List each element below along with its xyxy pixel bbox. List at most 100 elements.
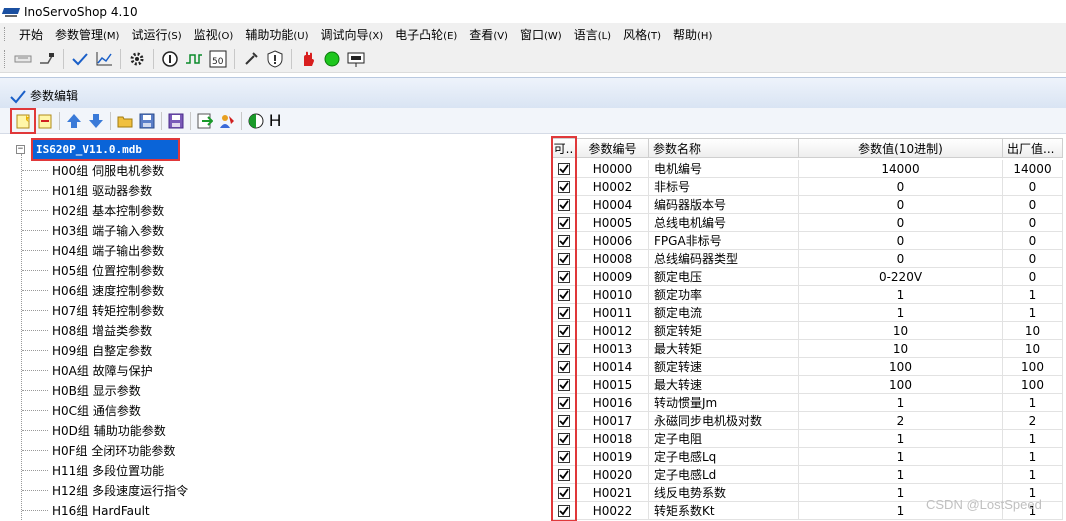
tree-item[interactable]: H04组 端子输出参数 bbox=[22, 240, 188, 260]
tree-item[interactable]: H16组 HardFault bbox=[22, 500, 188, 520]
writable-checkbox[interactable] bbox=[557, 378, 570, 391]
tree-item[interactable]: H06组 速度控制参数 bbox=[22, 280, 188, 300]
user-config-icon[interactable] bbox=[216, 110, 238, 132]
trend-chart-icon[interactable] bbox=[93, 48, 115, 70]
arrow-up-icon[interactable] bbox=[63, 110, 85, 132]
table-row[interactable]: H0014 额定转速 100 100 bbox=[551, 358, 1063, 376]
tree-item[interactable]: H0C组 通信参数 bbox=[22, 400, 188, 420]
table-row[interactable]: H0006 FPGA非标号 0 0 bbox=[551, 232, 1063, 250]
writable-checkbox[interactable] bbox=[557, 396, 570, 409]
writable-checkbox[interactable] bbox=[557, 252, 570, 265]
param-value-cell[interactable]: 1 bbox=[799, 394, 1003, 412]
menu-item[interactable]: 查看(V) bbox=[463, 26, 514, 43]
table-row[interactable]: H0012 额定转矩 10 10 bbox=[551, 322, 1063, 340]
settings-gear-icon[interactable] bbox=[126, 48, 148, 70]
menu-item[interactable]: 帮助(H) bbox=[667, 26, 718, 43]
param-value-cell[interactable]: 10 bbox=[799, 340, 1003, 358]
info-circle-icon[interactable] bbox=[159, 48, 181, 70]
table-row[interactable]: H0005 总线电机编号 0 0 bbox=[551, 214, 1063, 232]
table-row[interactable]: H0010 额定功率 1 1 bbox=[551, 286, 1063, 304]
tree-item[interactable]: H05组 位置控制参数 bbox=[22, 260, 188, 280]
menu-item[interactable]: 参数管理(M) bbox=[49, 26, 125, 43]
writable-checkbox[interactable] bbox=[557, 288, 570, 301]
contrast-toggle-icon[interactable] bbox=[245, 110, 267, 132]
writable-checkbox[interactable] bbox=[557, 414, 570, 427]
tree-item[interactable]: H0A组 故障与保护 bbox=[22, 360, 188, 380]
menubar-grip[interactable] bbox=[4, 27, 7, 41]
param-value-cell[interactable]: 100 bbox=[799, 358, 1003, 376]
menu-item[interactable]: 电子凸轮(E) bbox=[389, 26, 463, 43]
writable-checkbox[interactable] bbox=[557, 234, 570, 247]
tree-item[interactable]: H0D组 辅助功能参数 bbox=[22, 420, 188, 440]
table-row[interactable]: H0002 非标号 0 0 bbox=[551, 178, 1063, 196]
table-row[interactable]: H0019 定子电感Lq 1 1 bbox=[551, 448, 1063, 466]
writable-checkbox[interactable] bbox=[557, 360, 570, 373]
save-disk-icon[interactable] bbox=[136, 110, 158, 132]
param-value-cell[interactable]: 1 bbox=[799, 430, 1003, 448]
menu-item[interactable]: 语言(L) bbox=[568, 26, 617, 43]
menu-item[interactable]: 开始 bbox=[13, 26, 49, 43]
writable-checkbox[interactable] bbox=[557, 306, 570, 319]
table-row[interactable]: H0008 总线编码器类型 0 0 bbox=[551, 250, 1063, 268]
header-param-name[interactable]: 参数名称 bbox=[649, 138, 799, 158]
frequency-50-icon[interactable]: 50 bbox=[207, 48, 229, 70]
table-row[interactable]: H0015 最大转速 100 100 bbox=[551, 376, 1063, 394]
table-row[interactable]: H0020 定子电感Ld 1 1 bbox=[551, 466, 1063, 484]
param-value-cell[interactable]: 100 bbox=[799, 376, 1003, 394]
menu-item[interactable]: 风格(T) bbox=[617, 26, 667, 43]
tree-item[interactable]: H00组 伺服电机参数 bbox=[22, 160, 188, 180]
writable-checkbox[interactable] bbox=[557, 198, 570, 211]
writable-checkbox[interactable] bbox=[557, 162, 570, 175]
param-value-cell[interactable]: 14000 bbox=[799, 160, 1003, 178]
writable-checkbox[interactable] bbox=[557, 216, 570, 229]
writable-checkbox[interactable] bbox=[557, 486, 570, 499]
table-row[interactable]: H0016 转动惯量Jm 1 1 bbox=[551, 394, 1063, 412]
shield-alert-icon[interactable] bbox=[264, 48, 286, 70]
table-row[interactable]: H0011 额定电流 1 1 bbox=[551, 304, 1063, 322]
param-value-cell[interactable]: 2 bbox=[799, 412, 1003, 430]
tree-item[interactable]: H01组 驱动器参数 bbox=[22, 180, 188, 200]
tree-item[interactable]: H11组 多段位置功能 bbox=[22, 460, 188, 480]
pulse-wave-icon[interactable] bbox=[183, 48, 205, 70]
remove-document-icon[interactable] bbox=[34, 110, 56, 132]
tree-item[interactable]: H09组 自整定参数 bbox=[22, 340, 188, 360]
tree-root-label[interactable]: IS620P_V11.0.mdb bbox=[31, 138, 180, 161]
menu-item[interactable]: 辅助功能(U) bbox=[239, 26, 314, 43]
hex-toggle-button[interactable]: H bbox=[269, 111, 281, 131]
check-icon[interactable] bbox=[69, 48, 91, 70]
table-row[interactable]: H0009 额定电压 0-220V 0 bbox=[551, 268, 1063, 286]
header-param-code[interactable]: 参数编号 bbox=[577, 138, 649, 158]
tree-item[interactable]: H07组 转矩控制参数 bbox=[22, 300, 188, 320]
toolbar-grip[interactable] bbox=[4, 49, 7, 68]
table-row[interactable]: H0017 永磁同步电机极对数 2 2 bbox=[551, 412, 1063, 430]
tree-item[interactable]: H12组 多段速度运行指令 bbox=[22, 480, 188, 500]
writable-checkbox[interactable] bbox=[557, 180, 570, 193]
tree-item[interactable]: H02组 基本控制参数 bbox=[22, 200, 188, 220]
connect-icon[interactable] bbox=[12, 48, 34, 70]
param-value-cell[interactable]: 1 bbox=[799, 448, 1003, 466]
param-value-cell[interactable]: 10 bbox=[799, 322, 1003, 340]
table-row[interactable]: H0000 电机编号 14000 14000 bbox=[551, 160, 1063, 178]
menu-item[interactable]: 试运行(S) bbox=[125, 26, 187, 43]
import-icon[interactable] bbox=[194, 110, 216, 132]
header-factory-default[interactable]: 出厂值... bbox=[1003, 138, 1063, 158]
writable-checkbox[interactable] bbox=[557, 432, 570, 445]
param-value-cell[interactable]: 0 bbox=[799, 196, 1003, 214]
network-device-icon[interactable] bbox=[345, 48, 367, 70]
writable-checkbox[interactable] bbox=[557, 324, 570, 337]
param-value-cell[interactable]: 1 bbox=[799, 304, 1003, 322]
wrench-icon[interactable] bbox=[240, 48, 262, 70]
writable-checkbox[interactable] bbox=[557, 270, 570, 283]
tree-item[interactable]: H0F组 全闭环功能参数 bbox=[22, 440, 188, 460]
menu-item[interactable]: 窗口(W) bbox=[514, 26, 568, 43]
param-value-cell[interactable]: 1 bbox=[799, 286, 1003, 304]
param-value-cell[interactable]: 0 bbox=[799, 250, 1003, 268]
new-document-icon[interactable] bbox=[10, 107, 36, 134]
param-value-cell[interactable]: 1 bbox=[799, 466, 1003, 484]
param-value-cell[interactable]: 0-220V bbox=[799, 268, 1003, 286]
open-folder-icon[interactable] bbox=[114, 110, 136, 132]
header-param-value[interactable]: 参数值(10进制) bbox=[799, 138, 1003, 158]
table-row[interactable]: H0013 最大转矩 10 10 bbox=[551, 340, 1063, 358]
disconnect-icon[interactable] bbox=[36, 48, 58, 70]
tree-item[interactable]: H03组 端子输入参数 bbox=[22, 220, 188, 240]
